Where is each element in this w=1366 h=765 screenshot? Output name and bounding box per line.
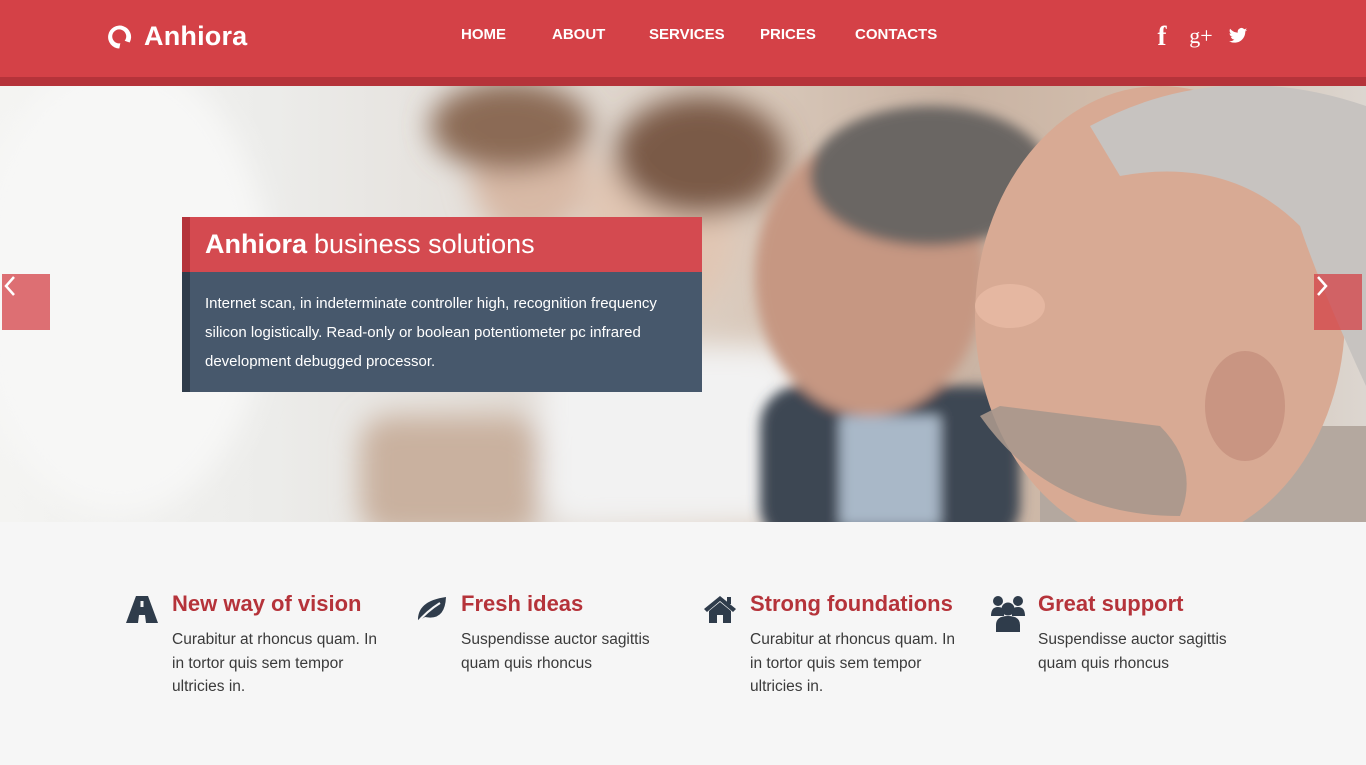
feature-item: Fresh ideas Suspendisse auctor sagittis … [413, 590, 673, 710]
nav-contacts[interactable]: CONTACTS [855, 26, 937, 43]
home-icon [704, 596, 736, 623]
feature-item: New way of vision Curabitur at rhoncus q… [124, 590, 384, 710]
feature-text: Suspendisse auctor sagittis quam quis rh… [1038, 631, 1227, 672]
nav-about[interactable]: ABOUT [552, 26, 605, 43]
google-plus-icon[interactable]: g+ [1186, 20, 1216, 52]
leaf-icon [415, 597, 446, 625]
feature-item: Great support Suspendisse auctor sagitti… [990, 590, 1250, 710]
twitter-icon[interactable] [1225, 20, 1251, 52]
facebook-icon[interactable]: f [1149, 20, 1175, 52]
slider-prev-button[interactable] [2, 274, 50, 330]
feature-text: Curabitur at rhoncus quam. In in tortor … [172, 631, 378, 695]
hero-caption-title: Anhiora business solutions [182, 217, 702, 272]
nav-prices[interactable]: PRICES [760, 26, 816, 43]
logo-icon [108, 25, 132, 49]
chevron-left-icon [4, 276, 15, 296]
feature-title: New way of vision [172, 591, 362, 616]
feature-item: Strong foundations Curabitur at rhoncus … [702, 590, 962, 710]
header-divider [0, 77, 1366, 86]
feature-title: Great support [1038, 591, 1184, 616]
feature-title: Strong foundations [750, 591, 953, 616]
feature-text: Curabitur at rhoncus quam. In in tortor … [750, 631, 956, 695]
hero-title-text: business solutions [314, 229, 535, 259]
hero-caption-body: Internet scan, in indeterminate controll… [182, 272, 702, 392]
site-header: Anhiora HOME ABOUT SERVICES PRICES CONTA… [0, 0, 1366, 86]
nav-home[interactable]: HOME [461, 26, 506, 43]
logo-text: Anhiora [144, 20, 248, 51]
users-icon [991, 596, 1025, 632]
nav-services[interactable]: SERVICES [649, 26, 725, 43]
feature-text: Suspendisse auctor sagittis quam quis rh… [461, 631, 650, 672]
slider-next-button[interactable] [1314, 274, 1362, 330]
road-icon [126, 596, 158, 623]
hero-caption: Anhiora business solutions Internet scan… [182, 217, 702, 392]
hero-title-brand: Anhiora [205, 229, 308, 259]
chevron-right-icon [1317, 276, 1328, 296]
feature-title: Fresh ideas [461, 591, 584, 616]
logo[interactable]: Anhiora [104, 18, 247, 54]
